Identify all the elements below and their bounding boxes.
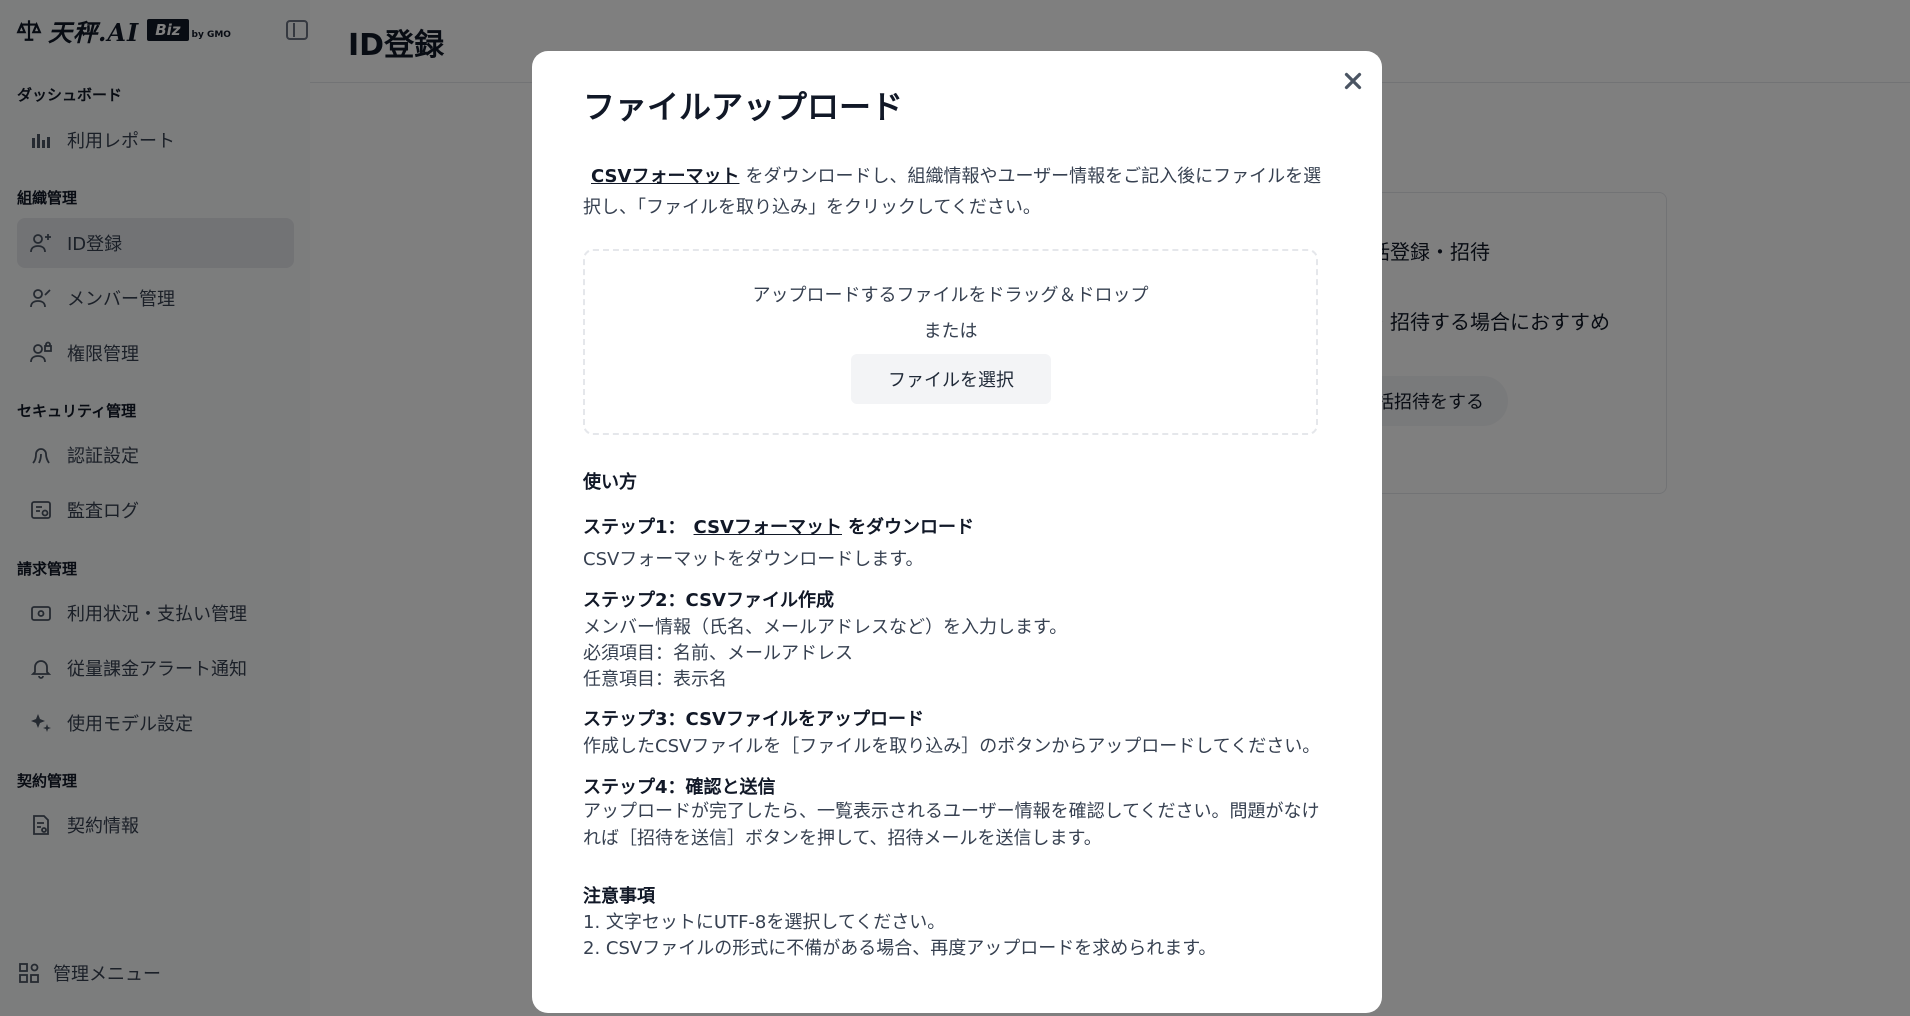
modal-title: ファイルアップロード (583, 88, 904, 126)
step3-title: ステップ3：CSVファイルをアップロード (583, 709, 924, 730)
select-file-button[interactable]: ファイルを選択 (851, 354, 1051, 404)
step4-desc: アップロードが完了したら、一覧表示されるユーザー情報を確認してください。問題がな… (583, 801, 1320, 849)
step2-line1: メンバー情報（氏名、メールアドレスなど）を入力します。 (583, 617, 1068, 638)
csv-format-link[interactable]: CSVフォーマット (591, 166, 739, 187)
dropzone-text: アップロードするファイルをドラッグ＆ドロップ (752, 285, 1149, 306)
close-icon[interactable] (1340, 68, 1366, 94)
step1-desc: CSVフォーマットをダウンロードします。 (583, 549, 924, 570)
usage-title: 使い方 (583, 472, 637, 493)
step4-title: ステップ4：確認と送信 (583, 777, 776, 798)
step1-csv-format-link[interactable]: CSVフォーマット (694, 517, 842, 538)
step1-prefix: ステップ1： (583, 517, 686, 538)
modal-intro: CSVフォーマット をダウンロードし、組織情報やユーザー情報をご記入後にファイルを… (583, 161, 1323, 223)
step1-suffix: をダウンロード (847, 517, 974, 538)
step3-desc: 作成したCSVファイルを［ファイルを取り込み］のボタンからアップロードしてくださ… (583, 736, 1321, 757)
step1-title: ステップ1： CSVフォーマット をダウンロード (583, 513, 974, 539)
note-item-2: 2. CSVファイルの形式に不備がある場合、再度アップロードを求められます。 (583, 938, 1217, 959)
notes-title: 注意事項 (583, 886, 655, 907)
step2-line2: 必須項目：名前、メールアドレス (583, 643, 853, 664)
step2-line3: 任意項目：表示名 (583, 669, 727, 690)
dropzone-or: または (923, 321, 978, 342)
note-item-1: 1. 文字セットにUTF-8を選択してください。 (583, 912, 946, 933)
step2-title: ステップ2：CSVファイル作成 (583, 590, 834, 611)
